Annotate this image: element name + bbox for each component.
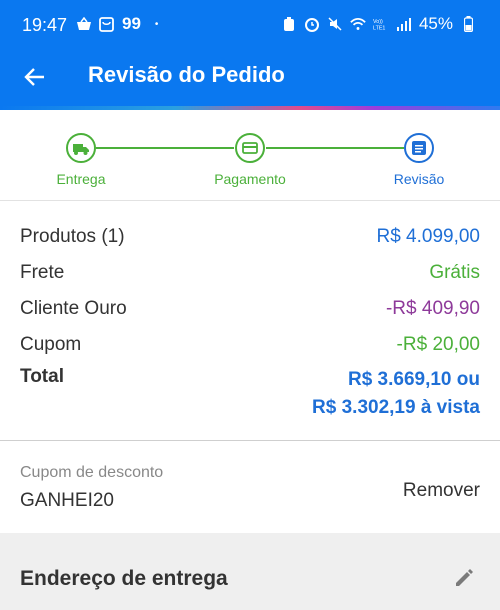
battery-saver-icon (281, 16, 297, 32)
wifi-icon (350, 16, 366, 32)
coupon-label: Cupom de desconto (20, 464, 164, 481)
status-time: 19:47 (22, 15, 68, 35)
card-icon (242, 142, 258, 154)
coupon-code: GANHEI20 (20, 490, 114, 511)
step-revisao[interactable]: Revisão (384, 133, 454, 187)
list-icon (412, 141, 426, 155)
arrow-left-icon (24, 68, 44, 86)
volte-icon: Vo)) LTE1 (373, 16, 389, 32)
alarm-icon (304, 16, 320, 32)
summary-row-cupom: Cupom -R$ 20,00 (20, 334, 480, 356)
remove-coupon-button[interactable]: Remover (403, 480, 480, 502)
battery-text: 45% (418, 14, 453, 33)
summary-label: Cupom (20, 334, 82, 355)
address-title: Endereço de entrega (20, 567, 228, 590)
step-label-pagamento: Pagamento (214, 171, 286, 187)
step-circle (235, 133, 265, 163)
order-summary: Produtos (1) R$ 4.099,00 Frete Grátis Cl… (0, 210, 500, 440)
shopping-bag-icon (98, 16, 114, 32)
summary-label: Frete (20, 262, 65, 283)
summary-row-total: Total R$ 3.669,10 ou R$ 3.302,19 à vista (20, 366, 480, 422)
total-value: R$ 3.669,10 ou R$ 3.302,19 à vista (312, 366, 480, 422)
summary-value: -R$ 20,00 (396, 334, 480, 355)
step-entrega[interactable]: Entrega (46, 133, 116, 187)
battery-icon (460, 16, 476, 32)
summary-value: -R$ 409,90 (385, 298, 480, 319)
basket-icon (76, 16, 92, 32)
summary-row-produtos: Produtos (1) R$ 4.099,00 (20, 226, 480, 248)
total-label: Total (20, 366, 64, 387)
step-pagamento[interactable]: Pagamento (200, 133, 300, 187)
status-bar: 19:47 99 • Vo)) LTE1 45% (0, 0, 500, 48)
total-installments: R$ 3.669,10 ou (347, 369, 480, 390)
coupon-section: Cupom de desconto GANHEI20 Remover (0, 441, 500, 533)
step-label-revisao: Revisão (393, 171, 445, 187)
status-left-icons: 99 • (76, 14, 158, 34)
status-right-icons: Vo)) LTE1 45% (281, 14, 476, 34)
svg-text:Vo)): Vo)) (373, 19, 383, 25)
summary-label: Produtos (1) (20, 226, 125, 247)
step-label-entrega: Entrega (56, 171, 106, 187)
notification-dot: • (154, 18, 159, 30)
svg-text:LTE1: LTE1 (373, 25, 385, 31)
page-title: Revisão do Pedido (88, 62, 285, 87)
summary-value: Grátis (429, 262, 480, 283)
summary-row-frete: Frete Grátis (20, 262, 480, 284)
summary-row-cliente-ouro: Cliente Ouro -R$ 409,90 (20, 298, 480, 320)
app-badge: 99 (122, 14, 141, 33)
step-circle (66, 133, 96, 163)
mute-icon (327, 16, 343, 32)
step-circle (404, 133, 434, 163)
edit-address-button[interactable] (452, 566, 476, 590)
summary-value: R$ 4.099,00 (376, 226, 480, 247)
summary-label: Cliente Ouro (20, 298, 127, 319)
signal-icon (396, 16, 412, 32)
truck-icon (73, 143, 89, 155)
app-header: 19:47 99 • Vo)) LTE1 45% Revisão do Pedi… (0, 0, 500, 110)
pencil-icon (456, 569, 473, 586)
address-section: Endereço de entrega (0, 533, 500, 610)
back-button[interactable] (22, 64, 48, 90)
total-cash: R$ 3.302,19 à vista (312, 397, 480, 418)
